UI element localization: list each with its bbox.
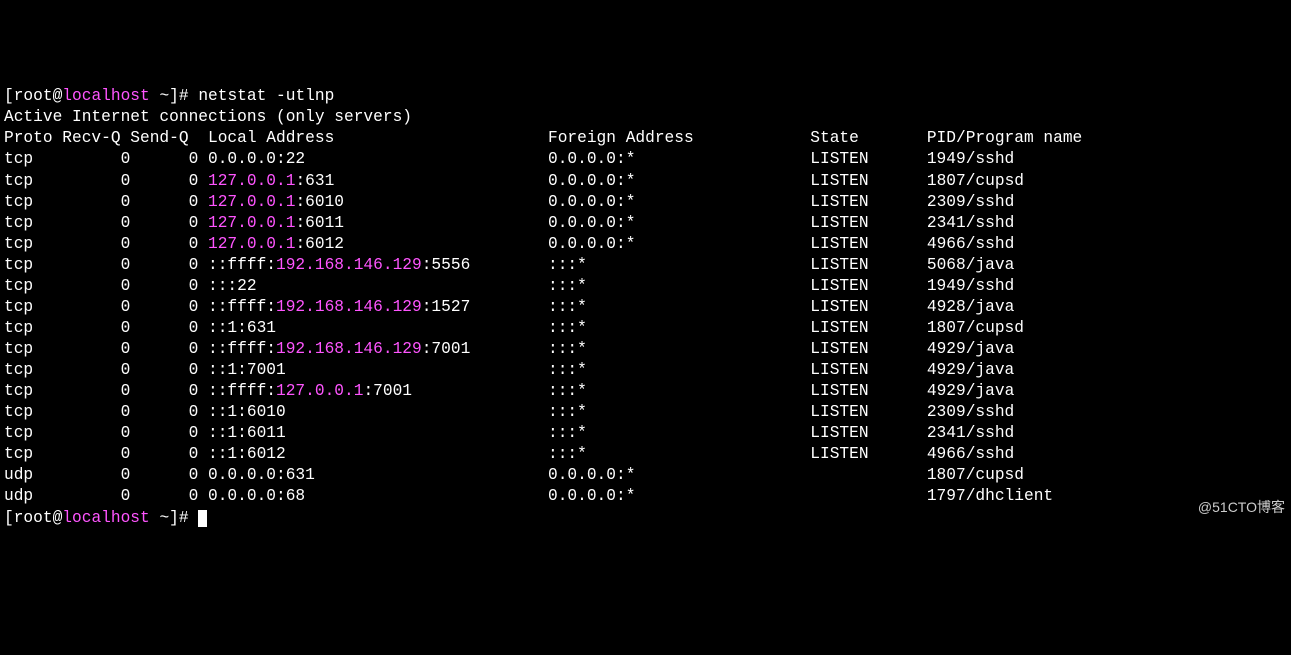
- table-row: tcp 0 0 127.0.0.1:6012 0.0.0.0:* LISTEN …: [4, 234, 1287, 255]
- table-row: udp 0 0 0.0.0.0:68 0.0.0.0:* 1797/dhclie…: [4, 486, 1287, 507]
- ip-address: 192.168.146.129: [276, 340, 422, 358]
- ip-address: 127.0.0.1: [208, 214, 295, 232]
- command: netstat -utlnp: [198, 87, 334, 105]
- table-row: tcp 0 0 ::1:631 :::* LISTEN 1807/cupsd: [4, 318, 1287, 339]
- table-row: tcp 0 0 ::1:6010 :::* LISTEN 2309/sshd: [4, 402, 1287, 423]
- table-row: tcp 0 0 ::1:7001 :::* LISTEN 4929/java: [4, 360, 1287, 381]
- table-row: tcp 0 0 ::1:6012 :::* LISTEN 4966/sshd: [4, 444, 1287, 465]
- table-row: tcp 0 0 127.0.0.1:631 0.0.0.0:* LISTEN 1…: [4, 171, 1287, 192]
- watermark: @51CTO博客: [1198, 498, 1285, 516]
- ip-address: 127.0.0.1: [208, 235, 295, 253]
- table-row: tcp 0 0 ::ffff:127.0.0.1:7001 :::* LISTE…: [4, 381, 1287, 402]
- table-row: tcp 0 0 ::1:6011 :::* LISTEN 2341/sshd: [4, 423, 1287, 444]
- command-line: [root@localhost ~]# netstat -utlnp: [4, 86, 1287, 107]
- prompt-host: localhost: [62, 87, 149, 105]
- output-subheader: Active Internet connections (only server…: [4, 107, 1287, 128]
- prompt-line[interactable]: [root@localhost ~]#: [4, 508, 1287, 529]
- ip-address: 127.0.0.1: [208, 172, 295, 190]
- table-row: tcp 0 0 :::22 :::* LISTEN 1949/sshd: [4, 276, 1287, 297]
- prompt-user: root: [14, 87, 53, 105]
- table-row: udp 0 0 0.0.0.0:631 0.0.0.0:* 1807/cupsd: [4, 465, 1287, 486]
- cursor: [198, 510, 207, 527]
- table-row: tcp 0 0 0.0.0.0:22 0.0.0.0:* LISTEN 1949…: [4, 149, 1287, 170]
- table-row: tcp 0 0 ::ffff:192.168.146.129:7001 :::*…: [4, 339, 1287, 360]
- ip-address: 192.168.146.129: [276, 256, 422, 274]
- ip-address: 127.0.0.1: [208, 193, 295, 211]
- table-header: Proto Recv-Q Send-Q Local Address Foreig…: [4, 128, 1287, 149]
- table-row: tcp 0 0 127.0.0.1:6011 0.0.0.0:* LISTEN …: [4, 213, 1287, 234]
- table-row: tcp 0 0 127.0.0.1:6010 0.0.0.0:* LISTEN …: [4, 192, 1287, 213]
- ip-address: 192.168.146.129: [276, 298, 422, 316]
- table-row: tcp 0 0 ::ffff:192.168.146.129:1527 :::*…: [4, 297, 1287, 318]
- table-row: tcp 0 0 ::ffff:192.168.146.129:5556 :::*…: [4, 255, 1287, 276]
- terminal-output[interactable]: [root@localhost ~]# netstat -utlnpActive…: [4, 86, 1287, 528]
- prompt: [root@localhost ~]#: [4, 87, 198, 105]
- ip-address: 127.0.0.1: [276, 382, 363, 400]
